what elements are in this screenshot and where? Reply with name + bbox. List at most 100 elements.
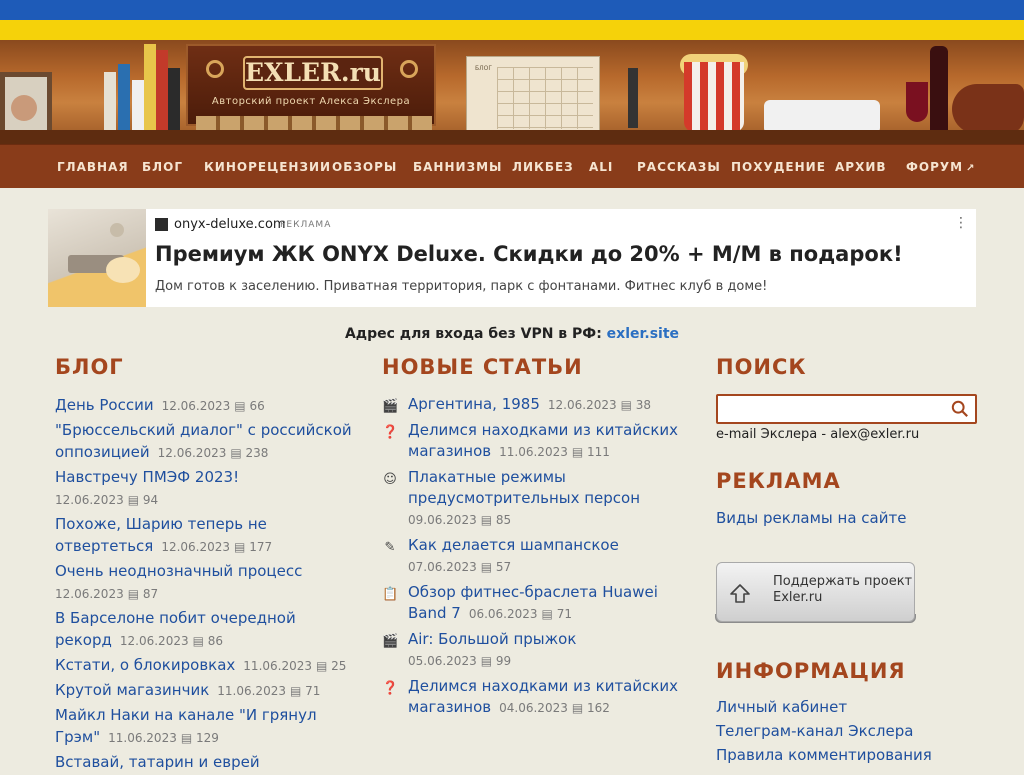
- article-item: ❓ Делимся находками из китайских магазино…: [382, 420, 682, 463]
- comment-count[interactable]: 162: [587, 701, 610, 715]
- question-icon: ❓: [382, 681, 399, 696]
- vpn-link[interactable]: exler.site: [607, 326, 679, 342]
- nav-item-movie-reviews[interactable]: КИНОРЕЦЕНЗИИ: [204, 160, 331, 174]
- flag-stripe-blue: [0, 0, 1024, 20]
- blog-item-title[interactable]: Вставай, татарин и еврей: [55, 753, 260, 771]
- nav-item-weight-loss[interactable]: ПОХУДЕНИЕ: [731, 160, 826, 174]
- blog-list: День России 12.06.2023 ▤ 66 "Брюссельский д…: [55, 394, 355, 775]
- article-title[interactable]: Плакатные режимы предусмотрительных перс…: [408, 468, 640, 507]
- nav-item-archive[interactable]: АРХИВ: [835, 160, 887, 174]
- comment-count[interactable]: 57: [496, 560, 511, 574]
- article-item: ✎ Как делается шампанское 07.06.2023 ▤ 57: [382, 535, 682, 578]
- nav-item-home[interactable]: ГЛАВНАЯ: [57, 160, 129, 174]
- microphone-decoration: [628, 68, 638, 128]
- comment-icon: ▤: [234, 540, 250, 554]
- nav-item-stories[interactable]: РАССКАЗЫ: [637, 160, 721, 174]
- post-date: 11.06.2023: [108, 731, 177, 745]
- blog-item-title[interactable]: Очень неоднозначный процесс: [55, 562, 302, 580]
- blog-item: Очень неоднозначный процесс 12.06.2023 ▤ 8…: [55, 560, 355, 605]
- comment-count[interactable]: 71: [557, 607, 572, 621]
- comment-count[interactable]: 238: [246, 446, 269, 460]
- ad-description: Дом готов к заселению. Приватная террито…: [155, 279, 768, 294]
- comment-count[interactable]: 177: [249, 540, 272, 554]
- blog-item: Кстати, о блокировках 11.06.2023 ▤ 25: [55, 654, 355, 677]
- comment-count[interactable]: 87: [143, 587, 158, 601]
- blog-item-meta: 11.06.2023 ▤ 25: [243, 659, 346, 673]
- comment-count[interactable]: 94: [143, 493, 158, 507]
- article-date: 06.06.2023: [468, 607, 538, 621]
- nav-item-blog[interactable]: БЛОГ: [142, 160, 183, 174]
- pencil-icon: ✎: [384, 540, 396, 555]
- comment-icon: ▤: [480, 654, 496, 668]
- nav-item-forum-label: ФОРУМ: [906, 160, 964, 174]
- post-date: 12.06.2023: [161, 540, 231, 554]
- article-title[interactable]: Как делается шампанское: [408, 536, 619, 554]
- post-date: 11.06.2023: [217, 684, 286, 698]
- blog-item: Крутой магазинчик 11.06.2023 ▤ 71: [55, 679, 355, 702]
- comment-count[interactable]: 71: [305, 684, 320, 698]
- comment-count[interactable]: 85: [496, 513, 511, 527]
- author-email: e-mail Экслера - alex@exler.ru: [716, 427, 920, 442]
- comment-count[interactable]: 86: [208, 634, 223, 648]
- search-input[interactable]: [716, 394, 977, 424]
- nav-item-reviews[interactable]: ОБЗОРЫ: [332, 160, 397, 174]
- article-date: 05.06.2023: [408, 654, 477, 668]
- article-meta: 04.06.2023 ▤ 162: [499, 701, 610, 715]
- comment-count[interactable]: 38: [636, 398, 651, 412]
- comment-icon: ▤: [127, 587, 143, 601]
- info-link-account[interactable]: Личный кабинет: [716, 698, 847, 716]
- arrow-up-icon: [730, 584, 750, 603]
- post-date: 12.06.2023: [119, 634, 189, 648]
- ads-section-title: РЕКЛАМА: [716, 469, 841, 493]
- site-logo[interactable]: EXLER.ru Авторский проект Алекса Экслера: [186, 44, 436, 126]
- blog-item-meta: 12.06.2023 ▤ 66: [162, 399, 265, 413]
- article-date: 04.06.2023: [499, 701, 568, 715]
- ring-icon: [206, 60, 224, 78]
- nav-item-bannizms[interactable]: БАННИЗМЫ: [413, 160, 502, 174]
- ad-banner[interactable]: onyx-deluxe.com РЕКЛАМА Премиум ЖК ONYX …: [48, 209, 976, 307]
- logo-title: EXLER.ru: [243, 56, 383, 90]
- nav-item-ali[interactable]: ALI: [589, 160, 613, 174]
- support-label: Поддержать проект Exler.ru: [773, 574, 913, 605]
- info-link-comment-rules[interactable]: Правила комментирования: [716, 746, 932, 764]
- article-date: 09.06.2023: [408, 513, 477, 527]
- info-link-telegram[interactable]: Телеграм-канал Экслера: [716, 722, 913, 740]
- blog-item-meta: 12.06.2023 ▤ 94: [55, 489, 355, 511]
- ads-info-link[interactable]: Виды рекламы на сайте: [716, 509, 906, 527]
- nav-item-likbez[interactable]: ЛИКБЕЗ: [512, 160, 574, 174]
- blog-item-meta: 12.06.2023 ▤ 177: [161, 540, 272, 554]
- comment-icon: ▤: [234, 399, 250, 413]
- question-icon: ❓: [382, 425, 399, 440]
- ad-image[interactable]: [48, 209, 146, 307]
- ad-domain[interactable]: onyx-deluxe.com: [174, 217, 286, 232]
- search-section-title: ПОИСК: [716, 355, 807, 379]
- support-project-button[interactable]: Поддержать проект Exler.ru: [716, 562, 915, 622]
- article-title[interactable]: Аргентина, 1985: [408, 395, 540, 413]
- book-decoration: [168, 68, 180, 130]
- comment-count[interactable]: 25: [331, 659, 346, 673]
- blog-item-title[interactable]: Крутой магазинчик: [55, 681, 209, 699]
- wine-bottle-decoration: [930, 46, 948, 132]
- comment-icon: ▤: [480, 513, 496, 527]
- comment-count[interactable]: 66: [249, 399, 264, 413]
- blog-item-title[interactable]: День России: [55, 396, 154, 414]
- comment-count[interactable]: 111: [587, 445, 610, 459]
- more-vertical-icon[interactable]: ⋮: [954, 215, 968, 231]
- comment-icon: ▤: [571, 445, 588, 459]
- blog-item: В Барселоне побит очередной рекорд 12.06.…: [55, 607, 355, 652]
- search-icon[interactable]: [951, 400, 969, 418]
- author-photo: [0, 72, 52, 138]
- comment-count[interactable]: 129: [196, 731, 219, 745]
- external-link-icon: ↗: [966, 163, 976, 174]
- nav-item-forum[interactable]: ФОРУМ ↗: [906, 160, 975, 174]
- blog-item-title[interactable]: Навстречу ПМЭФ 2023!: [55, 468, 239, 486]
- blog-item-meta: 12.06.2023 ▤ 87: [55, 583, 355, 605]
- blog-item-meta: 12.06.2023 ▤ 86: [120, 634, 223, 648]
- article-title[interactable]: Air: Большой прыжок: [408, 630, 576, 648]
- ad-title[interactable]: Премиум ЖК ONYX Deluxe. Скидки до 20% + …: [155, 242, 903, 266]
- comment-icon: ▤: [127, 493, 143, 507]
- comment-count[interactable]: 99: [496, 654, 511, 668]
- blog-item-title[interactable]: Кстати, о блокировках: [55, 656, 235, 674]
- blog-item: "Брюссельский диалог" с российской оппоз…: [55, 419, 355, 464]
- calendar-label: БЛОГ: [475, 65, 493, 72]
